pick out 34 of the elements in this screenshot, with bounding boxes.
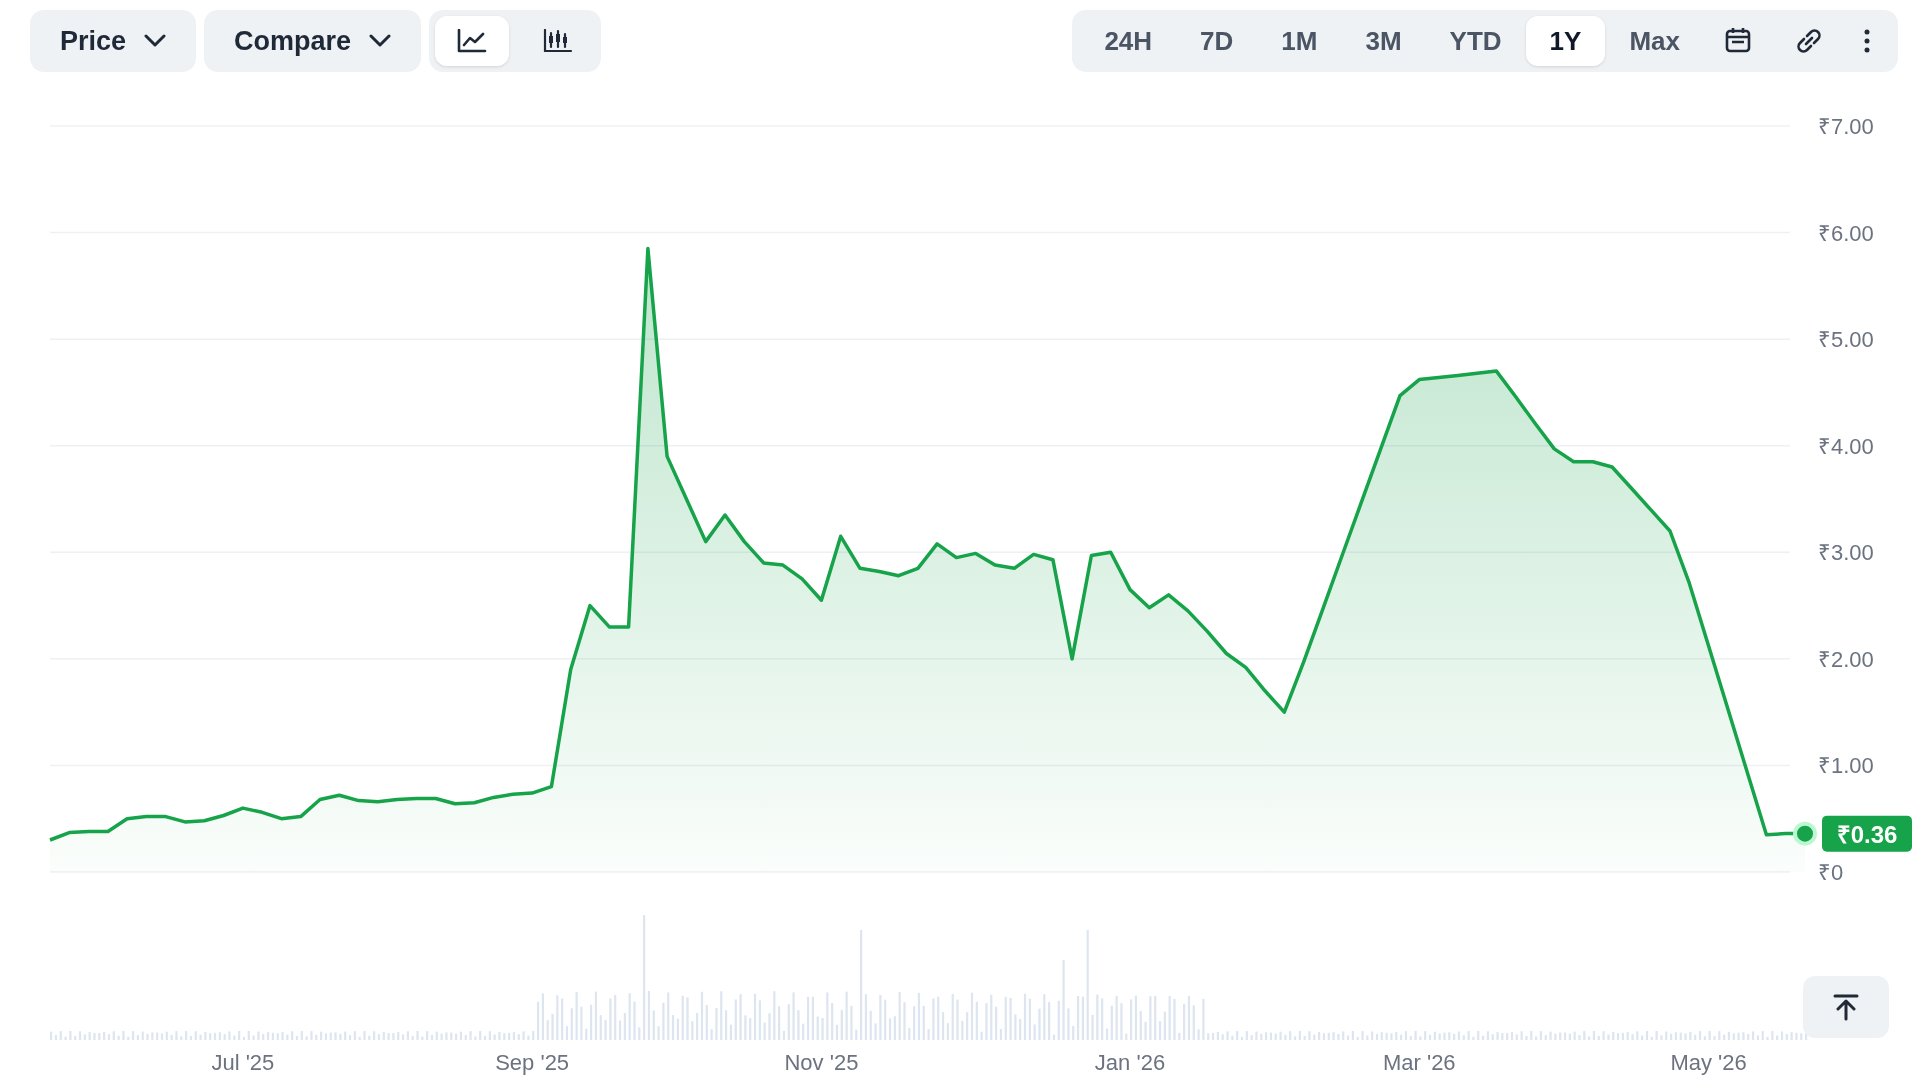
- range-tab[interactable]: YTD: [1425, 16, 1526, 66]
- axis-label: May '26: [1670, 1050, 1747, 1075]
- price-tag: ₹0.36: [1822, 815, 1912, 852]
- chart-type-toggle[interactable]: [435, 16, 510, 66]
- chevron-down-icon: [369, 34, 392, 48]
- range-tab[interactable]: Max: [1605, 16, 1704, 66]
- scroll-to-top-button[interactable]: [1803, 976, 1889, 1038]
- line-chart-icon: [457, 29, 488, 53]
- dropdown-button[interactable]: Compare: [204, 10, 422, 72]
- range-tab[interactable]: 1M: [1257, 16, 1342, 66]
- axis-label: ₹7.00: [1818, 114, 1874, 139]
- link-icon: [1794, 26, 1824, 56]
- axis-label: ₹6.00: [1818, 220, 1874, 246]
- axis-label: ₹5.00: [1818, 327, 1874, 353]
- axis-label: Jan '26: [1094, 1050, 1166, 1075]
- more-icon: [1864, 29, 1870, 53]
- axis-label: ₹1.00: [1818, 753, 1874, 779]
- arrow-up-to-line-icon: [1833, 993, 1859, 1021]
- axis-label: ₹2.00: [1818, 646, 1874, 672]
- dropdown-button[interactable]: Price: [30, 10, 197, 72]
- axis-label: ₹3.00: [1818, 540, 1874, 566]
- range-tab[interactable]: 1Y: [1525, 16, 1606, 66]
- axis-label: Nov '25: [784, 1050, 859, 1075]
- current-price-marker: [1793, 821, 1817, 846]
- axis-label: ₹0: [1818, 860, 1844, 885]
- axis-label: Jul '25: [211, 1050, 275, 1075]
- axis-label: ₹4.00: [1818, 433, 1874, 459]
- range-tab[interactable]: 7D: [1176, 16, 1258, 66]
- axis-label: Sep '25: [495, 1050, 570, 1075]
- candlestick-chart-icon: [543, 29, 574, 53]
- range-tab[interactable]: 24H: [1080, 16, 1177, 66]
- range-tab[interactable]: 3M: [1341, 16, 1426, 66]
- chevron-down-icon: [144, 34, 167, 48]
- axis-label: Mar '26: [1382, 1050, 1456, 1075]
